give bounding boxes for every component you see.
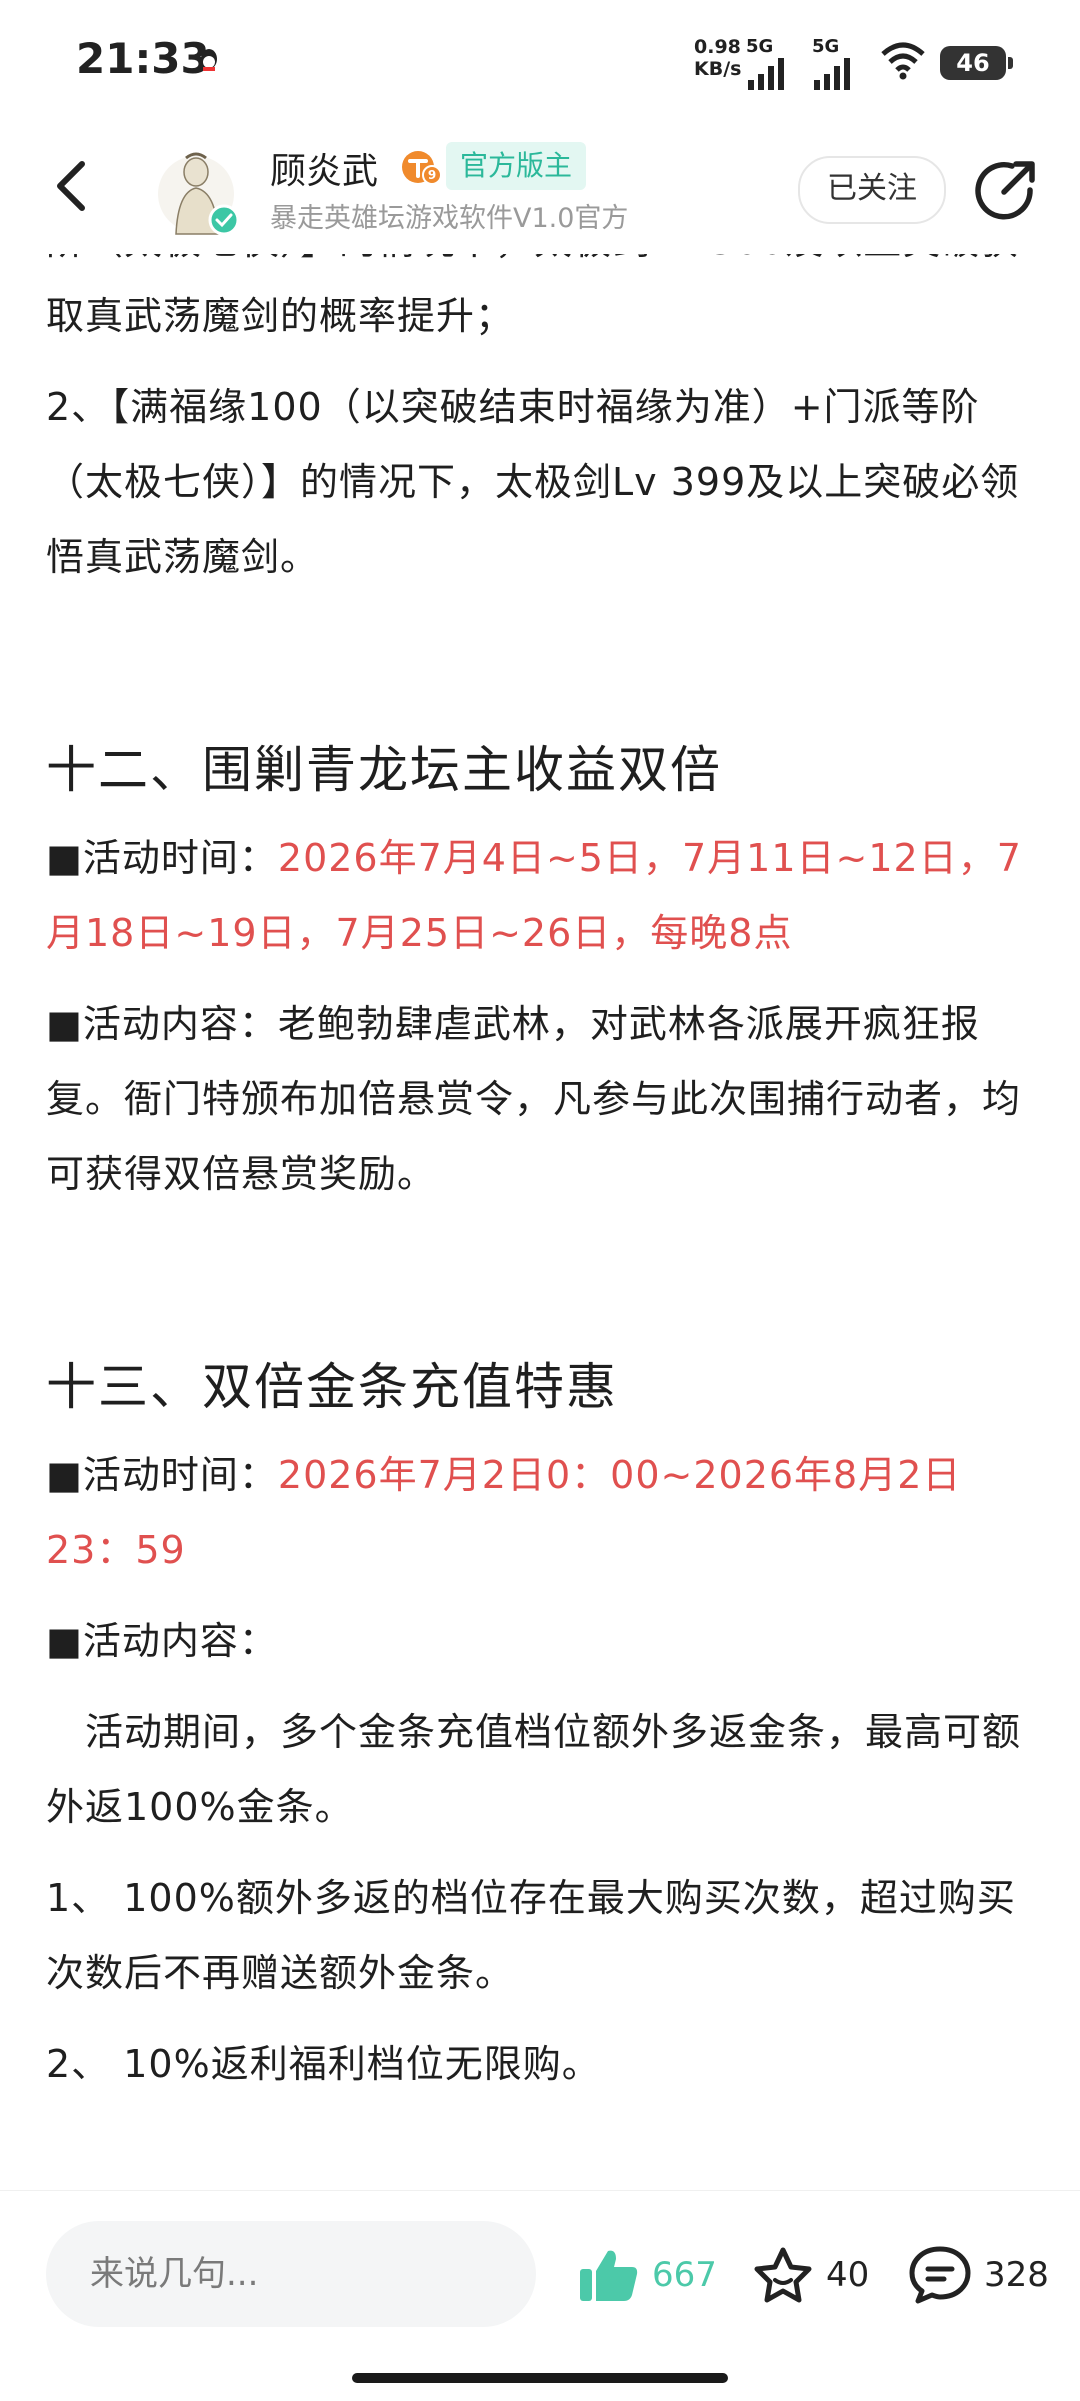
- like-button[interactable]: 667: [578, 2247, 717, 2303]
- activity-content-label: ■活动内容：: [46, 1002, 278, 1046]
- role-badge: 官方版主: [446, 142, 587, 190]
- comment-bubble-icon: [909, 2246, 971, 2304]
- network-speed-unit: KB/s: [694, 58, 742, 80]
- signal-strength-1: 5G: [746, 38, 790, 94]
- level-number: 9: [428, 168, 436, 182]
- bottom-action-bar: 来说几句... 667 40 328: [0, 2190, 1080, 2401]
- paragraph: 2、 10%返利福利档位无限购。: [46, 2042, 601, 2086]
- comment-button[interactable]: 328: [908, 2246, 1049, 2304]
- network-speed-value: 0.98: [694, 36, 741, 58]
- activity-time: ■活动时间：2026年7月2日0：00~2026年8月2日23：59: [46, 1438, 1036, 1588]
- signal-type-2: 5G: [812, 36, 840, 57]
- status-bar: 21:33 0.98 KB/s 5G 5G 46: [0, 0, 1080, 126]
- network-speed: 0.98 KB/s: [694, 36, 741, 80]
- author-subtitle: 暴走英雄坛游戏软件V1.0官方: [270, 203, 629, 234]
- like-count: 667: [652, 2255, 717, 2295]
- battery-indicator: 46: [940, 46, 1013, 80]
- paragraph: 2、【满福缘100（以突破结束时福缘为准）+门派等阶（太极七侠）】的情况下，太极…: [46, 385, 1020, 579]
- activity-time-label: ■活动时间：: [46, 836, 278, 880]
- favorite-count: 40: [826, 2255, 870, 2295]
- thumbs-up-icon: [580, 2250, 638, 2301]
- signal-type-1: 5G: [746, 36, 774, 57]
- activity-time-label: ■活动时间：: [46, 1453, 278, 1497]
- home-indicator[interactable]: [352, 2373, 728, 2383]
- signal-bars-icon: [814, 58, 850, 90]
- share-icon[interactable]: [972, 156, 1038, 222]
- star-icon: [754, 2247, 812, 2303]
- activity-content-label: ■活动内容：: [46, 1619, 278, 1663]
- author-name[interactable]: 顾炎武: [270, 142, 378, 194]
- signal-bars-icon: [748, 58, 784, 90]
- wifi-icon: [881, 42, 925, 80]
- section-title: 十二、围剿青龙坛主收益双倍: [46, 741, 722, 799]
- comment-count: 328: [984, 2255, 1049, 2295]
- post-header: 顾炎武 9 官方版主 暴走英雄坛游戏软件V1.0官方 已关注: [0, 126, 1080, 254]
- paragraph: 活动期间，多个金条充值档位额外多返金条，最高可额外返100%金条。: [46, 1710, 1022, 1829]
- activity-content: ■活动内容：老鲍勃肆虐武林，对武林各派展开疯狂报复。衙门特颁布加倍悬赏令，凡参与…: [46, 987, 1036, 1212]
- author-avatar[interactable]: [158, 148, 240, 240]
- qq-icon: [201, 49, 217, 71]
- level-badge-icon: 9: [402, 151, 442, 185]
- article-content: 阶（太极七侠）】的情况下，太极剑Lv 300及以上突破获取真武荡魔剑的概率提升；…: [0, 220, 1080, 2190]
- section-title: 十三、双倍金条充值特惠: [46, 1358, 618, 1416]
- favorite-button[interactable]: 40: [752, 2247, 869, 2303]
- signal-strength-2: 5G: [812, 38, 856, 94]
- back-arrow-icon[interactable]: [48, 156, 98, 216]
- comment-input[interactable]: 来说几句...: [46, 2221, 536, 2327]
- paragraph: 1、 100%额外多返的档位存在最大购买次数，超过购买次数后不再赠送额外金条。: [46, 1876, 1016, 1995]
- follow-button[interactable]: 已关注: [798, 156, 946, 224]
- status-time: 21:33: [76, 34, 210, 83]
- activity-time: ■活动时间：2026年7月4日~5日，7月11日~12日，7月18日~19日，7…: [46, 821, 1036, 971]
